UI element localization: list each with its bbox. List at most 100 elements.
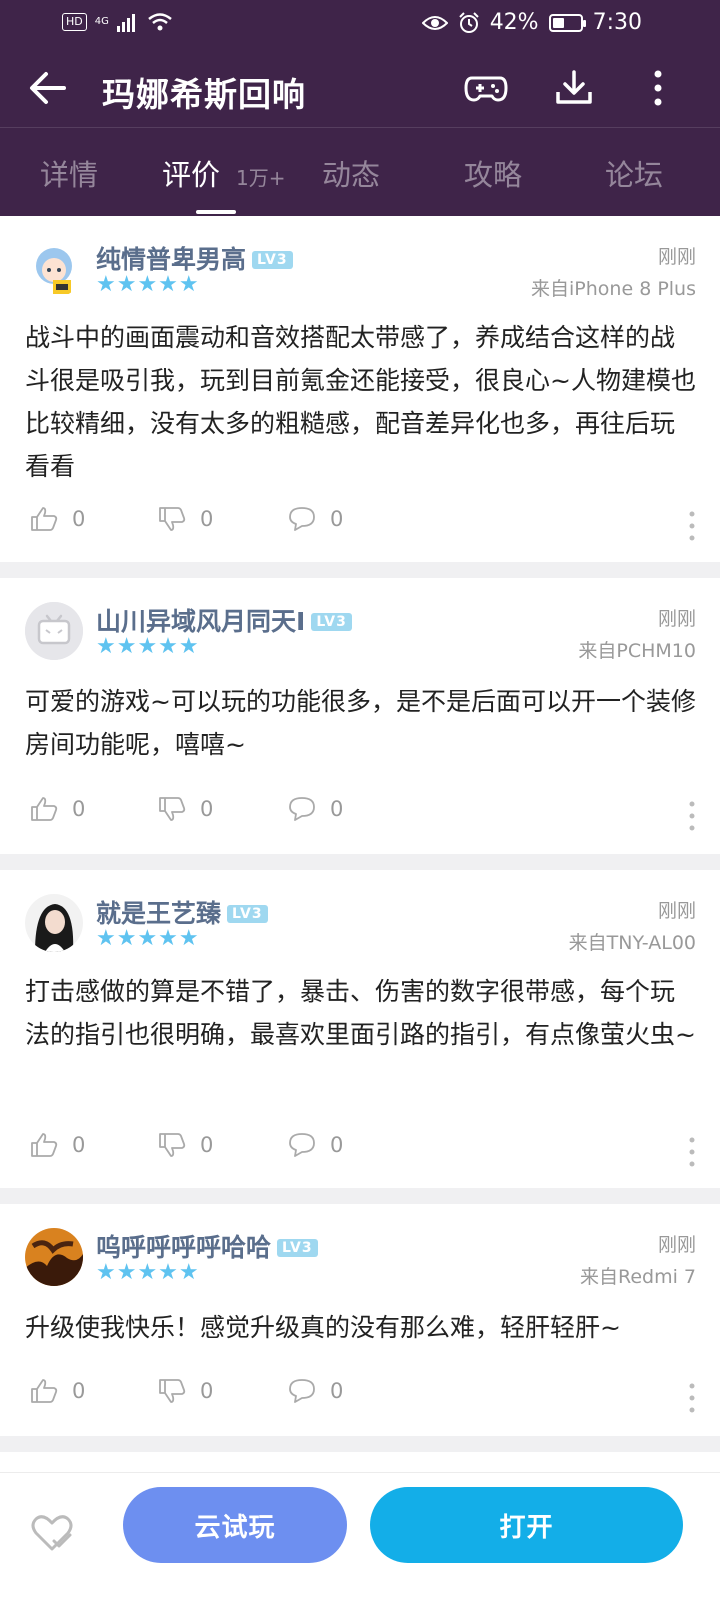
alarm-icon — [458, 11, 479, 33]
dislike-button[interactable]: 0 — [158, 796, 213, 822]
thumbs-down-icon — [159, 1379, 186, 1403]
review-actions: 0 0 0 — [0, 1378, 720, 1418]
thumbs-down-icon — [159, 1133, 186, 1157]
more-options-icon[interactable] — [684, 796, 700, 836]
like-button[interactable]: 0 — [30, 506, 85, 532]
comment-icon — [289, 507, 315, 531]
open-button[interactable]: 打开 — [370, 1487, 683, 1563]
comment-button[interactable]: 0 — [288, 506, 343, 532]
app-header: HD 4G 42% 7:30 玛娜希斯回响 详情 评价 1万+ 动态 攻略 论坛 — [0, 0, 720, 216]
tab-reviews-count: 1万+ — [236, 166, 286, 190]
favorite-heart-icon[interactable] — [30, 1513, 74, 1553]
thumbs-up-icon — [31, 1379, 58, 1403]
divider — [0, 1188, 720, 1204]
review-time: 刚刚 — [657, 1234, 696, 1256]
star-rating: ★★★★★ — [96, 634, 200, 659]
dislike-count: 0 — [200, 507, 214, 531]
review-actions: 0 0 0 — [0, 796, 720, 836]
review-list: 纯情普卑男高 LV3 ★★★★★ 刚刚 来自iPhone 8 Plus 战斗中的画… — [0, 216, 720, 1452]
thumbs-down-icon — [159, 507, 186, 531]
dislike-count: 0 — [200, 797, 214, 821]
review-actions: 0 0 0 — [0, 1132, 720, 1172]
comment-button[interactable]: 0 — [288, 1132, 343, 1158]
more-vertical-icon[interactable] — [636, 68, 680, 108]
tab-guides[interactable]: 攻略 — [464, 152, 522, 194]
username[interactable]: 呜呼呼呼呼哈哈 LV3 — [96, 1228, 318, 1264]
like-count: 0 — [72, 1379, 86, 1403]
divider — [0, 562, 720, 578]
review-text[interactable]: 可爱的游戏~可以玩的功能很多，是不是后面可以开一个装修房间功能呢，嘻嘻~ — [25, 680, 697, 766]
dislike-count: 0 — [200, 1379, 214, 1403]
review-text[interactable]: 升级使我快乐！感觉升级真的没有那么难，轻肝轻肝~ — [25, 1306, 697, 1349]
username[interactable]: 纯情普卑男高 LV3 — [96, 240, 293, 276]
dislike-button[interactable]: 0 — [158, 1378, 213, 1404]
comment-count: 0 — [330, 507, 344, 531]
review-time: 刚刚 — [657, 246, 696, 268]
like-button[interactable]: 0 — [30, 1378, 85, 1404]
status-bar: HD 4G 42% 7:30 — [0, 0, 720, 52]
hd-indicator: HD — [62, 13, 87, 31]
comment-count: 0 — [330, 1133, 344, 1157]
more-options-icon[interactable] — [684, 506, 700, 546]
thumbs-up-icon — [31, 1133, 58, 1157]
header-divider — [0, 127, 720, 128]
divider — [0, 854, 720, 870]
comment-icon — [289, 797, 315, 821]
like-count: 0 — [72, 1133, 86, 1157]
star-rating: ★★★★★ — [96, 272, 200, 297]
more-options-icon[interactable] — [684, 1132, 700, 1172]
signal-icon — [116, 14, 135, 32]
review-device: 来自iPhone 8 Plus — [531, 278, 696, 300]
review-card: 就是王艺臻 LV3 ★★★★★ 刚刚 来自TNY-AL00 打击感做的算是不错了，… — [0, 870, 720, 1188]
tab-forum[interactable]: 论坛 — [605, 152, 663, 194]
review-time: 刚刚 — [657, 608, 696, 630]
avatar[interactable] — [25, 1228, 83, 1286]
tab-reviews[interactable]: 评价 — [162, 152, 220, 194]
like-button[interactable]: 0 — [30, 1132, 85, 1158]
download-icon[interactable] — [552, 68, 596, 108]
battery-icon — [548, 13, 586, 32]
tab-activity[interactable]: 动态 — [322, 152, 380, 194]
like-count: 0 — [72, 507, 86, 531]
active-tab-indicator — [196, 210, 236, 214]
tab-details[interactable]: 详情 — [40, 152, 98, 194]
cloud-play-button[interactable]: 云试玩 — [123, 1487, 347, 1563]
bottom-action-bar: 云试玩 打开 — [0, 1472, 720, 1600]
comment-count: 0 — [330, 1379, 344, 1403]
more-options-icon[interactable] — [684, 1378, 700, 1418]
review-card: 山川异域风月同天I LV3 ★★★★★ 刚刚 来自PCHM10 可爱的游戏~可以玩… — [0, 578, 720, 854]
dislike-count: 0 — [200, 1133, 214, 1157]
thumbs-up-icon — [31, 507, 58, 531]
level-badge: LV3 — [227, 905, 268, 923]
dislike-button[interactable]: 0 — [158, 1132, 213, 1158]
page-title: 玛娜希斯回响 — [102, 75, 306, 114]
app-bar: 玛娜希斯回响 — [0, 52, 720, 128]
comment-button[interactable]: 0 — [288, 1378, 343, 1404]
like-button[interactable]: 0 — [30, 796, 85, 822]
avatar[interactable] — [25, 240, 83, 298]
wifi-icon — [148, 13, 172, 31]
level-badge: LV3 — [277, 1239, 318, 1257]
comment-count: 0 — [330, 797, 344, 821]
review-device: 来自Redmi 7 — [579, 1266, 696, 1288]
gamepad-icon[interactable] — [464, 68, 508, 108]
back-arrow-icon[interactable] — [28, 68, 68, 108]
avatar[interactable] — [25, 894, 83, 952]
avatar[interactable] — [25, 602, 83, 660]
dislike-button[interactable]: 0 — [158, 506, 213, 532]
review-card: 纯情普卑男高 LV3 ★★★★★ 刚刚 来自iPhone 8 Plus 战斗中的画… — [0, 216, 720, 562]
username[interactable]: 就是王艺臻 LV3 — [96, 894, 268, 930]
review-device: 来自TNY-AL00 — [568, 932, 696, 954]
comment-icon — [289, 1133, 315, 1157]
comment-button[interactable]: 0 — [288, 796, 343, 822]
level-badge: LV3 — [252, 251, 293, 269]
star-rating: ★★★★★ — [96, 926, 200, 951]
tab-bar: 详情 评价 1万+ 动态 攻略 论坛 — [0, 138, 720, 216]
review-text[interactable]: 打击感做的算是不错了，暴击、伤害的数字很带感，每个玩法的指引也很明确，最喜欢里面… — [25, 970, 697, 1056]
battery-percent: 42% — [489, 10, 539, 35]
username[interactable]: 山川异域风月同天I LV3 — [96, 602, 352, 638]
review-device: 来自PCHM10 — [578, 640, 696, 662]
review-text[interactable]: 战斗中的画面震动和音效搭配太带感了，养成结合这样的战斗很是吸引我，玩到目前氪金还… — [25, 316, 697, 488]
review-actions: 0 0 0 — [0, 506, 720, 546]
divider — [0, 1436, 720, 1452]
